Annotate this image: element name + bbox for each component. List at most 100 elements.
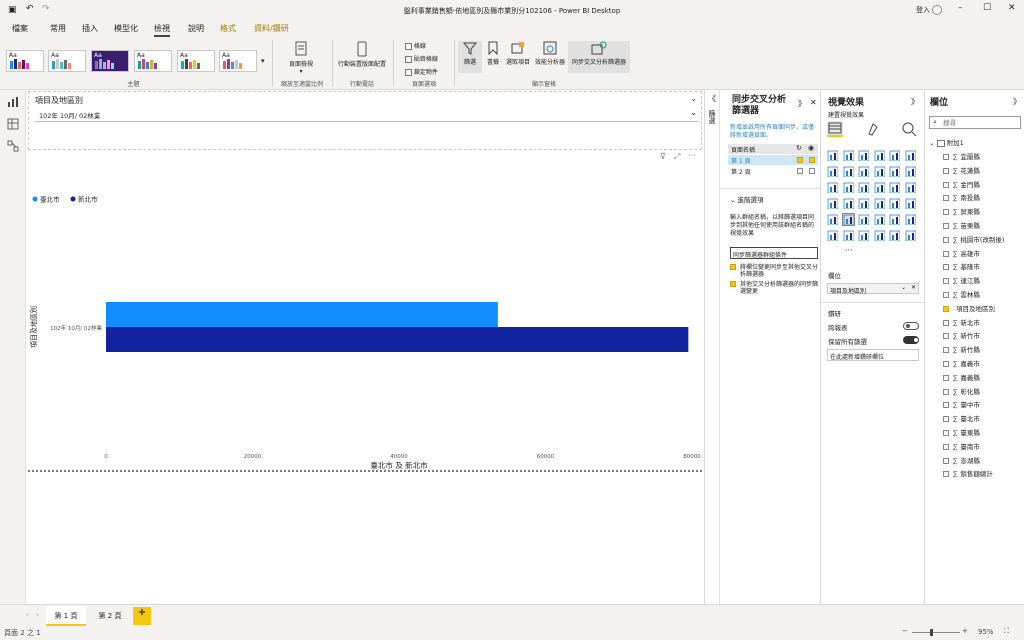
data-view-icon[interactable]: [7, 118, 19, 130]
visible-checkbox[interactable]: [809, 157, 815, 163]
waterfall-icon[interactable]: [827, 182, 838, 193]
field-checkbox[interactable]: [943, 333, 949, 340]
theme-dropdown-icon[interactable]: ▾: [261, 57, 265, 65]
stacked-bar-icon[interactable]: [827, 150, 838, 161]
tab-help[interactable]: 說明: [188, 23, 204, 34]
field-item[interactable]: ∑ 雲林縣: [943, 289, 980, 299]
field-item[interactable]: ∑ 苗栗縣: [943, 220, 980, 230]
close-pane-icon[interactable]: ✕: [810, 98, 817, 107]
field-item[interactable]: ∑ 銷售額總計: [943, 468, 993, 478]
more-icon[interactable]: [905, 230, 916, 241]
tab-format[interactable]: 格式: [220, 23, 236, 34]
remove-field-icon[interactable]: ✕: [911, 284, 916, 291]
theme-default[interactable]: Aa: [6, 50, 44, 72]
multi-row-card-icon[interactable]: [905, 198, 916, 209]
snap-grid-option[interactable]: 貼齊格線: [405, 54, 438, 63]
stacked-column-icon[interactable]: [843, 150, 854, 161]
tab-modeling[interactable]: 模型化: [114, 23, 138, 34]
close-icon[interactable]: ✕: [1008, 3, 1016, 13]
avatar[interactable]: [932, 5, 942, 15]
python-script-icon[interactable]: [905, 214, 916, 225]
zoom-out-icon[interactable]: −: [902, 627, 908, 635]
gridlines-option[interactable]: 格線: [405, 41, 426, 50]
smart-narrative-icon[interactable]: [858, 230, 869, 241]
sync-hint[interactable]: 新增並啟用所有頁面同步，或僅將新增選頁面。: [730, 124, 818, 140]
next-page-icon[interactable]: ›: [36, 611, 39, 619]
scatter-icon[interactable]: [858, 182, 869, 193]
add-page-button[interactable]: +: [133, 607, 151, 625]
field-item[interactable]: ∑ 基隆市: [943, 261, 980, 271]
tab-home[interactable]: 常用: [50, 23, 66, 34]
field-item[interactable]: ∑ 高雄市: [943, 248, 980, 258]
field-checkbox[interactable]: [943, 167, 949, 174]
slicer-visual[interactable]: 項目及地區別 ⌄ 102年 10月/ 02林業 ⌄: [28, 91, 702, 150]
100pct-bar-icon[interactable]: [889, 150, 900, 161]
field-checkbox[interactable]: [943, 402, 949, 409]
kpi-icon[interactable]: [827, 214, 838, 225]
collapse-pane-icon[interactable]: 》: [798, 98, 806, 109]
field-item[interactable]: ∑ 新竹縣: [943, 344, 980, 354]
field-item[interactable]: ∑ 宜蘭縣: [943, 151, 980, 161]
slicer-icon[interactable]: [841, 213, 855, 226]
area-icon[interactable]: [843, 166, 854, 177]
page-tab-1[interactable]: 第 1 頁: [46, 606, 86, 626]
theme-option-6[interactable]: Aa: [219, 50, 257, 72]
field-checkbox[interactable]: [943, 250, 949, 257]
maximize-icon[interactable]: ☐: [983, 3, 991, 13]
filled-map-icon[interactable]: [843, 198, 854, 209]
fit-page-icon[interactable]: ⛶: [1004, 627, 1009, 636]
gauge-icon[interactable]: [874, 198, 885, 209]
page-view-button[interactable]: 頁面檢視 ▾: [282, 41, 320, 75]
collapse-viz-icon[interactable]: 》: [911, 96, 919, 107]
field-checkbox[interactable]: [943, 457, 949, 464]
build-visual-tab[interactable]: [827, 121, 843, 137]
line-icon[interactable]: [827, 166, 838, 177]
table-node[interactable]: ⌄ 附加1: [929, 137, 964, 147]
stacked-area-icon[interactable]: [858, 166, 869, 177]
sync-checkbox[interactable]: [797, 168, 803, 174]
ribbon-icon[interactable]: [905, 166, 916, 177]
report-view-icon[interactable]: [7, 96, 19, 108]
qa-icon[interactable]: [843, 230, 854, 241]
field-item[interactable]: ∑ 臺東縣: [943, 427, 980, 437]
field-checkbox[interactable]: [943, 154, 949, 160]
field-item[interactable]: ∑ 嘉義縣: [943, 372, 980, 382]
field-item[interactable]: ∑ 臺北市: [943, 413, 980, 423]
clustered-bar-icon[interactable]: [858, 150, 869, 161]
field-checkbox[interactable]: [943, 223, 949, 229]
funnel-icon[interactable]: [843, 182, 854, 193]
field-item[interactable]: ∑ 新北市: [943, 317, 980, 327]
sign-in-link[interactable]: 登入: [916, 5, 930, 15]
analytics-tab[interactable]: [901, 121, 917, 137]
chevron-down-icon[interactable]: ⌄: [690, 108, 697, 117]
field-item[interactable]: ∑ 臺中市: [943, 399, 980, 409]
field-well-item[interactable]: 項目及地區別 ⌄ ✕: [827, 283, 919, 295]
pie-icon[interactable]: [874, 182, 885, 193]
field-item[interactable]: ∑ 連江縣: [943, 275, 980, 285]
keep-filters-toggle[interactable]: [903, 336, 919, 344]
field-item[interactable]: ∑ 彰化縣: [943, 386, 980, 396]
gridlines-checkbox[interactable]: [405, 43, 412, 50]
mobile-layout-button[interactable]: 行動裝置版面配置: [334, 41, 390, 68]
zoom-slider-handle[interactable]: [930, 629, 933, 636]
advanced-options-toggle[interactable]: ⌄ 進階選項: [730, 194, 764, 204]
collapse-fields-icon[interactable]: 》: [1013, 96, 1021, 107]
visual-resize-border[interactable]: [28, 470, 702, 472]
field-search-input[interactable]: [943, 118, 1019, 127]
field-checkbox[interactable]: [943, 264, 949, 271]
card-icon[interactable]: [889, 198, 900, 209]
field-item[interactable]: ∑ 嘉義市: [943, 358, 980, 368]
field-checkbox[interactable]: [943, 181, 949, 188]
sync-row-page-1[interactable]: 第 1 頁: [728, 155, 818, 165]
field-checkbox[interactable]: [943, 374, 949, 381]
snap-grid-checkbox[interactable]: [405, 56, 412, 63]
theme-option-4[interactable]: Aa: [134, 50, 172, 72]
format-visual-tab[interactable]: [865, 121, 881, 137]
power-apps-icon[interactable]: [889, 230, 900, 241]
100pct-column-icon[interactable]: [905, 150, 916, 161]
collapse-filters-icon[interactable]: 《: [708, 93, 716, 104]
field-checkbox[interactable]: [943, 416, 949, 423]
more-visuals-icon[interactable]: ···: [845, 246, 853, 255]
model-view-icon[interactable]: [7, 140, 19, 152]
field-item[interactable]: ∑ 南投縣: [943, 192, 980, 202]
